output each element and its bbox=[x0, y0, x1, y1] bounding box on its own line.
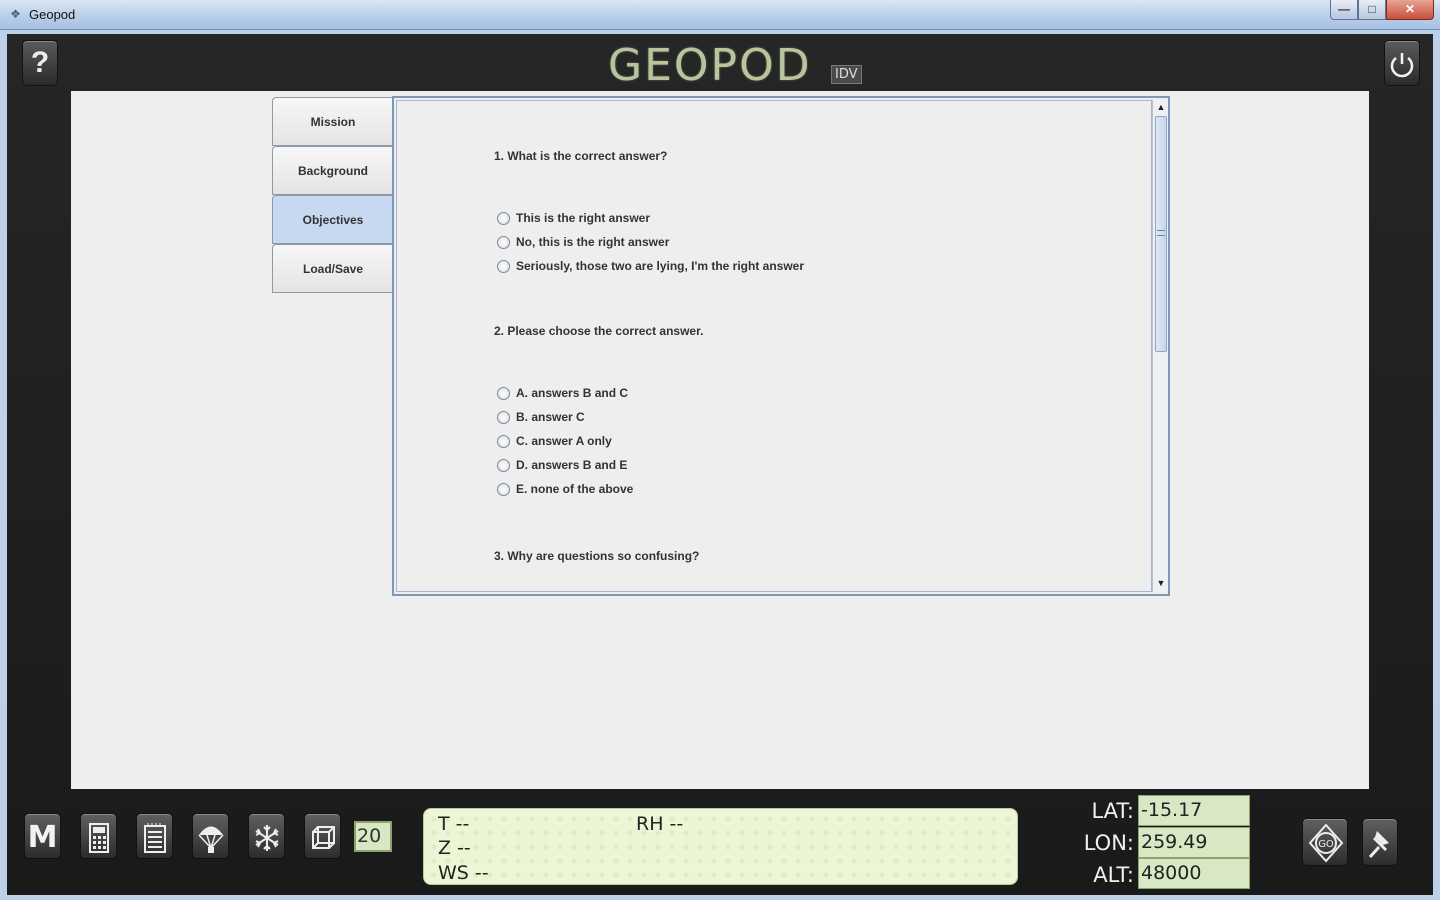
dropsonde-button[interactable] bbox=[192, 813, 229, 859]
svg-text:GO: GO bbox=[1318, 839, 1334, 850]
alt-label: ALT: bbox=[1093, 863, 1134, 887]
scroll-down-arrow-icon[interactable]: ▼ bbox=[1153, 576, 1169, 590]
isosurface-button[interactable] bbox=[248, 813, 285, 859]
question-2-option[interactable]: D. answers B and E bbox=[497, 458, 627, 472]
step-input[interactable]: 20 bbox=[354, 821, 392, 852]
question-2-option[interactable]: B. answer C bbox=[497, 410, 585, 424]
radio-button[interactable] bbox=[497, 259, 510, 273]
geopod-logo: GEOPOD IDV bbox=[608, 40, 862, 91]
grip-icon bbox=[1157, 230, 1165, 236]
temperature-readout: T -- bbox=[438, 813, 470, 835]
app-icon: ❖ bbox=[10, 7, 21, 21]
tab-mission[interactable]: Mission bbox=[272, 97, 393, 146]
question-3: 3. Why are questions so confusing? bbox=[494, 549, 700, 563]
power-button[interactable] bbox=[1384, 40, 1420, 86]
snowflake-icon bbox=[255, 825, 279, 851]
lon-field[interactable]: 259.49 bbox=[1138, 827, 1250, 858]
radio-button[interactable] bbox=[497, 211, 510, 225]
wind-speed-readout: WS -- bbox=[438, 862, 489, 884]
maximize-button[interactable]: □ bbox=[1358, 0, 1386, 20]
notepad-icon bbox=[144, 823, 166, 853]
window-title: Geopod bbox=[29, 7, 76, 22]
height-readout: Z -- bbox=[438, 837, 471, 859]
question-1-option[interactable]: No, this is the right answer bbox=[497, 235, 669, 249]
question-1: 1. What is the correct answer? bbox=[494, 149, 668, 163]
option-label: B. answer C bbox=[516, 410, 585, 424]
cube-icon bbox=[312, 826, 335, 849]
question-2-option[interactable]: E. none of the above bbox=[497, 482, 633, 496]
radio-button[interactable] bbox=[497, 458, 510, 472]
pushpin-icon bbox=[1368, 831, 1389, 859]
question-2: 2. Please choose the correct answer. bbox=[494, 324, 704, 338]
readout-display: T -- RH -- Z -- WS -- bbox=[423, 808, 1018, 885]
title-bar: ❖ Geopod — □ ✕ bbox=[0, 0, 1440, 30]
question-2-option[interactable]: A. answers B and C bbox=[497, 386, 628, 400]
option-label: C. answer A only bbox=[516, 434, 612, 448]
alt-field[interactable]: 48000 bbox=[1138, 858, 1250, 889]
option-label: A. answers B and C bbox=[516, 386, 629, 400]
help-button[interactable]: ? bbox=[22, 40, 58, 86]
tab-load-save[interactable]: Load/Save bbox=[272, 244, 393, 293]
radio-button[interactable] bbox=[497, 434, 510, 448]
humidity-readout: RH -- bbox=[636, 813, 684, 835]
option-label: E. none of the above bbox=[516, 482, 634, 496]
parachute-icon bbox=[198, 826, 224, 853]
pin-button[interactable] bbox=[1362, 818, 1398, 866]
objectives-panel: 1. What is the correct answer? This is t… bbox=[392, 96, 1170, 596]
question-2-option[interactable]: C. answer A only bbox=[497, 434, 612, 448]
go-button[interactable]: GO bbox=[1302, 818, 1348, 866]
tab-list: Mission Background Objectives Load/Save bbox=[272, 97, 393, 293]
radio-button[interactable] bbox=[497, 410, 510, 424]
option-label: D. answers B and E bbox=[516, 458, 628, 472]
option-label: No, this is the right answer bbox=[516, 235, 670, 249]
tab-background[interactable]: Background bbox=[272, 146, 393, 195]
minimize-button[interactable]: — bbox=[1330, 0, 1358, 20]
lat-field[interactable]: -15.17 bbox=[1138, 795, 1250, 826]
logo-text: GEOPOD bbox=[608, 40, 812, 91]
m-icon: M bbox=[27, 820, 58, 855]
close-button[interactable]: ✕ bbox=[1386, 0, 1434, 20]
vertical-scrollbar[interactable]: ▲ ▼ bbox=[1152, 100, 1168, 592]
bounding-box-button[interactable] bbox=[304, 813, 341, 859]
go-icon: GO bbox=[1308, 823, 1344, 863]
question-1-option[interactable]: Seriously, those two are lying, I'm the … bbox=[497, 259, 804, 273]
notepad-button[interactable] bbox=[136, 813, 173, 859]
lat-label: LAT: bbox=[1091, 799, 1134, 823]
scroll-up-arrow-icon[interactable]: ▲ bbox=[1153, 100, 1169, 114]
radio-button[interactable] bbox=[497, 386, 510, 400]
logo-badge: IDV bbox=[831, 65, 862, 84]
calculator-icon bbox=[89, 823, 109, 853]
mission-button[interactable]: M bbox=[24, 813, 61, 859]
calculator-button[interactable] bbox=[80, 813, 117, 859]
option-label: This is the right answer bbox=[516, 211, 651, 225]
scrollbar-thumb[interactable] bbox=[1155, 116, 1167, 352]
question-list: 1. What is the correct answer? This is t… bbox=[396, 100, 1152, 592]
lon-label: LON: bbox=[1083, 831, 1134, 855]
power-icon bbox=[1390, 53, 1414, 78]
tab-objectives[interactable]: Objectives bbox=[272, 195, 393, 244]
question-1-option[interactable]: This is the right answer bbox=[497, 211, 650, 225]
radio-button[interactable] bbox=[497, 235, 510, 249]
option-label: Seriously, those two are lying, I'm the … bbox=[516, 259, 805, 273]
radio-button[interactable] bbox=[497, 482, 510, 496]
